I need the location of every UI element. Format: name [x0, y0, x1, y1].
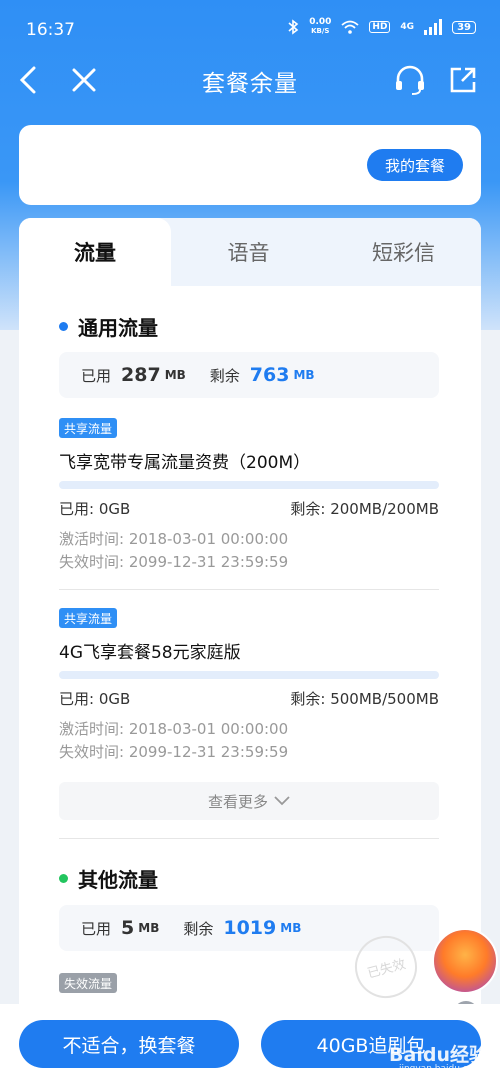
activate-time: 激活时间: 2018-03-01 00:00:00	[59, 530, 289, 548]
balance-card: 流量 语音 短彩信 通用流量 已用 287 MB 剩余 763 MB 共享流量 …	[19, 218, 481, 1084]
share-button[interactable]	[445, 62, 481, 98]
chevron-down-icon	[274, 796, 290, 806]
nav-bar: 套餐余量	[0, 58, 500, 102]
tab-voice[interactable]: 语音	[171, 218, 326, 286]
expire-time: 失效时间: 2099-12-31 23:59:59	[59, 743, 289, 761]
tab-sms[interactable]: 短彩信	[326, 218, 481, 286]
divider	[59, 589, 439, 590]
wifi-icon	[341, 20, 359, 34]
usage-line: 已用: 0GB 剩余: 200MB/200MB	[59, 500, 439, 518]
usage-progress-bar	[59, 671, 439, 679]
expired-data-badge: 失效流量	[59, 973, 118, 993]
general-usage-summary: 已用 287 MB 剩余 763 MB	[59, 352, 439, 398]
status-time: 16:37	[26, 20, 75, 40]
status-bar: 16:37 0.00 KB/S HD 4G 39	[0, 0, 500, 58]
activate-time: 激活时间: 2018-03-01 00:00:00	[59, 720, 289, 738]
shared-data-badge: 共享流量	[59, 608, 118, 628]
section-divider	[59, 838, 439, 839]
package-item-name: 飞享宽带专属流量资费（200M）	[59, 453, 311, 473]
tab-bar: 流量 语音 短彩信	[19, 218, 481, 286]
change-plan-button[interactable]: 不适合，换套餐	[19, 1020, 239, 1068]
package-item-name: 4G飞享套餐58元家庭版	[59, 643, 241, 663]
headset-icon	[396, 65, 424, 95]
general-used-value: 287	[121, 364, 161, 386]
general-remain-value: 763	[249, 364, 290, 386]
watermark: Baidu经验	[389, 1044, 488, 1066]
bluetooth-icon	[288, 19, 299, 35]
net-speed: 0.00 KB/S	[309, 17, 332, 36]
my-package-button[interactable]: 我的套餐	[366, 149, 463, 181]
other-remain-value: 1019	[223, 917, 277, 939]
usage-line: 已用: 0GB 剩余: 500MB/500MB	[59, 690, 439, 708]
status-icons: 0.00 KB/S HD 4G 39	[287, 18, 476, 36]
hd-icon: HD	[369, 21, 391, 33]
expire-time: 失效时间: 2099-12-31 23:59:59	[59, 553, 289, 571]
view-more-button[interactable]: 查看更多	[59, 782, 439, 820]
share-icon	[450, 67, 476, 93]
other-used-value: 5	[121, 917, 135, 939]
shared-data-badge: 共享流量	[59, 418, 118, 438]
customer-service-button[interactable]	[392, 62, 428, 98]
signal-icon	[424, 19, 443, 35]
signal-label: 4G	[400, 22, 415, 32]
section-general-title: 通用流量	[59, 312, 158, 341]
usage-progress-bar	[59, 481, 439, 489]
promo-float-button[interactable]	[432, 928, 498, 994]
battery-icon: 39	[452, 20, 476, 34]
section-other-title: 其他流量	[59, 864, 158, 893]
watermark-url: jingyan.baidu.com	[398, 1064, 482, 1074]
blue-dot-icon	[59, 322, 68, 331]
tab-data[interactable]: 流量	[19, 218, 171, 286]
package-card: 我的套餐	[19, 125, 481, 205]
green-dot-icon	[59, 874, 68, 883]
